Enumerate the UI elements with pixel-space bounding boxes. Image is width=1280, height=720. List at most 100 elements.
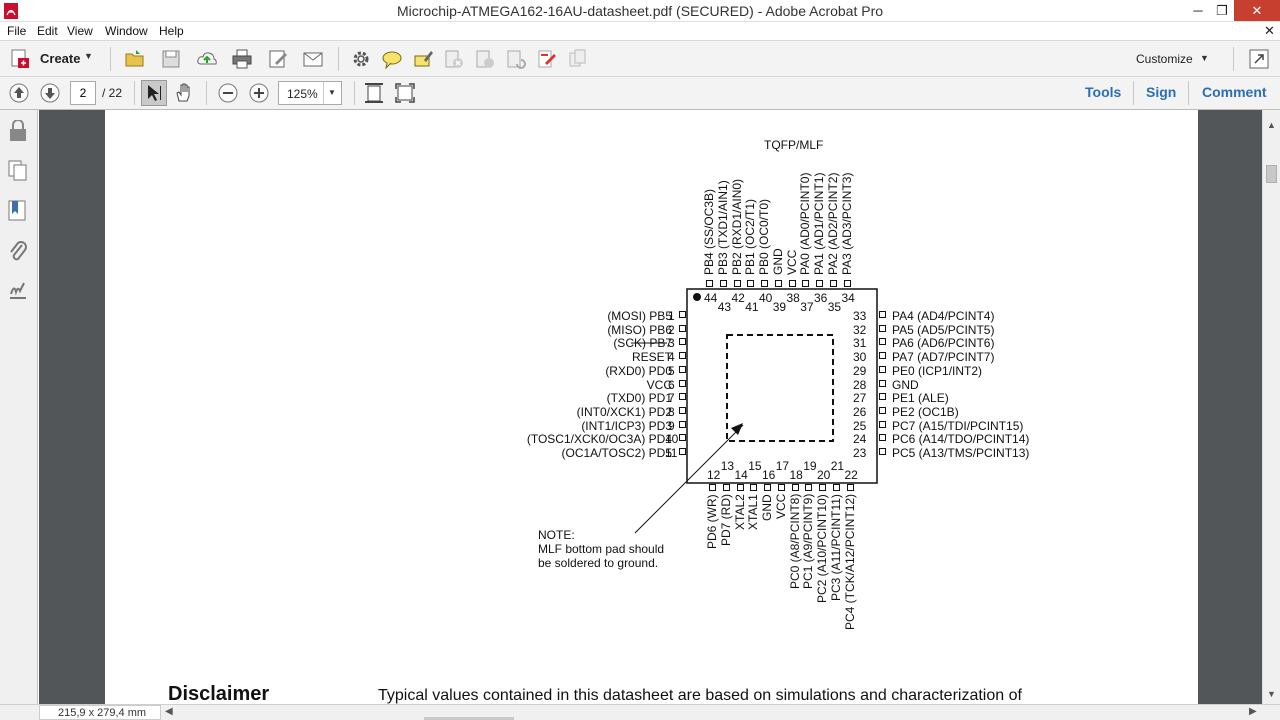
fit-page-icon[interactable] [363,82,385,104]
pin-label: PC7 (A15/TDI/PCINT15) [892,418,1024,433]
tab-tools[interactable]: Tools [1085,84,1121,100]
pin-number: 31 [853,336,867,351]
zoom-value: 125% [287,87,318,101]
combine-files-icon[interactable] [567,48,589,70]
tab-comment[interactable]: Comment [1202,84,1267,100]
chevron-down-icon: ▼ [84,51,93,61]
gear-icon[interactable] [350,48,372,70]
pin-pad [805,484,813,491]
pin-label: PB4 (SS/OC3B) [702,188,716,275]
page-total: / 22 [102,86,123,100]
close-document-button[interactable]: ✕ [1264,23,1275,39]
pin-pad [774,280,782,287]
pin-pad [747,280,755,287]
expand-window-icon[interactable] [1248,48,1270,70]
email-icon[interactable] [302,48,324,70]
full-screen-icon[interactable] [394,82,416,104]
pin-pad [819,484,826,491]
pin-label: PC2 (A10/PCINT10) [815,494,829,603]
menu-edit[interactable]: Edit [37,24,58,38]
create-button[interactable]: Create ▼ [8,47,98,71]
toolbar-divider [338,47,339,71]
create-pdf-icon [11,49,29,68]
scroll-thumb[interactable] [1266,165,1277,183]
pin-number: 16 [762,468,776,482]
pin-number: 38 [786,291,800,305]
signature-icon[interactable] [8,280,28,302]
pin-pad [829,280,837,287]
zoom-in-icon[interactable] [248,82,270,104]
zoom-out-icon[interactable] [217,82,239,104]
pin-label: VCC [773,493,788,519]
cloud-upload-icon[interactable] [196,48,218,70]
toolbar-divider [1133,81,1134,105]
pin-number: 17 [775,459,790,473]
restore-button[interactable]: ❐ [1210,0,1234,21]
toolbar-divider [110,47,111,71]
pin-pad [722,484,730,491]
extract-page-icon[interactable] [474,48,496,70]
scroll-up-icon[interactable]: ▲ [1267,120,1276,130]
close-button[interactable]: ✕ [1234,0,1280,21]
open-folder-icon[interactable] [124,48,146,70]
menu-window[interactable]: Window [105,24,148,38]
pin-pad [679,324,686,332]
page-number-input[interactable]: 2 [70,81,96,105]
delete-page-icon[interactable] [443,48,465,70]
pin-pad [879,448,886,455]
pdf-page: 1 (MOSI) PB5 2 (MISO) PB6 3 (SCK) PB7 4 RESET 5(… [105,110,1198,704]
edit-document-icon[interactable] [267,48,289,70]
rotate-page-icon[interactable] [505,48,527,70]
pin-number: 25 [853,418,867,433]
menu-file[interactable]: File [7,24,26,38]
pin-pad [879,420,886,428]
scroll-down-icon[interactable]: ▼ [1267,689,1276,699]
package-label: TQFP/MLF [764,138,824,152]
pin-label: PD7 (RD) [718,493,733,546]
zoom-select[interactable]: 125% ▼ [278,81,342,105]
tab-sign[interactable]: Sign [1146,84,1176,100]
scroll-right-icon[interactable]: ▶ [1249,706,1257,717]
pin-pad [733,280,741,287]
document-viewport[interactable]: 1 (MOSI) PB5 2 (MISO) PB6 3 (SCK) PB7 4 RESET 5(… [39,110,1262,704]
pin-pad [679,448,686,455]
note-line-3: be soldered to ground. [538,556,659,570]
pin-number: 28 [853,377,867,392]
pin-number: 40 [759,291,773,305]
pin-pad [879,365,886,373]
minimize-button[interactable]: ─ [1186,0,1210,21]
vertical-scrollbar[interactable]: ▲ ▼ [1262,110,1280,704]
pin-label: PE0 (ICP1/INT2) [892,363,983,378]
pin-label: PC1 (A9/PCINT9) [801,493,816,589]
print-icon[interactable] [231,48,253,70]
pin-label: (INT0/XCK1) PD2 [576,404,672,419]
pin-pad [750,484,758,491]
pin-pad [761,280,768,287]
page-size-box: 215,9 x 279,4 mm [39,705,161,720]
bookmark-icon[interactable] [8,200,28,222]
previous-page-icon[interactable] [8,82,30,104]
lock-icon[interactable] [8,120,28,142]
next-page-icon[interactable] [39,82,61,104]
pin-pad [846,484,854,491]
attachment-icon[interactable] [8,240,28,262]
pin-label: PE2 (OC1B) [892,404,959,419]
toolbar-divider [206,81,207,105]
highlight-icon[interactable] [412,48,434,70]
redact-icon[interactable] [536,48,558,70]
pin-label: (RXD0) PD0 [605,363,672,378]
save-icon[interactable] [160,48,182,70]
pin-number: 22 [844,468,858,482]
pin-label: PB0 (OC0/T0) [757,198,771,275]
scroll-left-icon[interactable]: ◀ [165,706,173,717]
select-tool-button[interactable] [141,80,167,106]
toolbar-divider [354,81,355,105]
chevron-down-icon[interactable]: ▼ [1200,53,1209,63]
comment-bubble-icon[interactable] [381,48,403,70]
pages-icon[interactable] [8,160,28,182]
pin-label: GND [892,377,919,392]
hand-tool-icon[interactable] [173,82,195,104]
customize-label[interactable]: Customize [1136,52,1193,66]
menu-help[interactable]: Help [159,24,184,38]
menu-view[interactable]: View [67,24,93,38]
